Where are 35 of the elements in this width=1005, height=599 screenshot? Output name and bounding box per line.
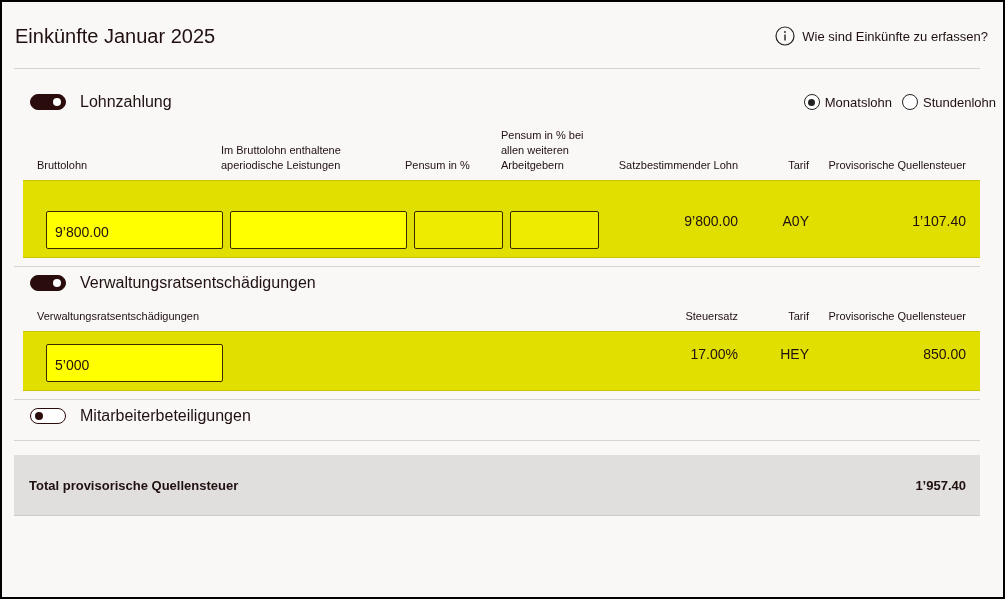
help-link[interactable]: Wie sind Einkünfte zu erfassen?	[775, 26, 988, 46]
section-title: Verwaltungsratsentschädigungen	[80, 274, 316, 292]
toggle-switch[interactable]	[30, 408, 66, 424]
column-header: Satzbestimmender Lohn	[617, 158, 738, 173]
info-icon	[775, 26, 796, 46]
column-header: Tarif	[787, 309, 809, 324]
section-title: Lohnzahlung	[80, 93, 172, 111]
value-text: 9’800.00	[683, 213, 738, 231]
column-header: Bruttolohn	[37, 158, 89, 173]
value-text: A0Y	[781, 213, 809, 231]
total-value: 1’957.40	[915, 477, 966, 493]
value-text: 17.00%	[689, 346, 738, 364]
toggle-switch[interactable]	[30, 94, 66, 110]
column-header: Steuersatz	[684, 309, 738, 324]
column-header: Pensum in % bei allen weiteren Arbeitgebern	[501, 128, 585, 173]
input-field[interactable]	[510, 211, 599, 249]
section-title: Mitarbeiterbeteiligungen	[80, 407, 251, 425]
column-header: Im Bruttolohn enthaltene aperiodische Leistungen	[221, 143, 342, 173]
value-text: 1’107.40	[911, 213, 966, 231]
value-text: HEY	[779, 346, 809, 364]
column-header: Provisorische Quellensteuer	[827, 158, 966, 173]
toggle-switch[interactable]	[30, 275, 66, 291]
column-header: Pensum in %	[405, 158, 471, 173]
page-title: Einkünfte Januar 2025	[14, 24, 216, 48]
input-field[interactable]: 5’000	[46, 344, 223, 382]
column-header: Tarif	[787, 158, 809, 173]
column-header: Provisorische Quellensteuer	[827, 309, 966, 324]
input-field[interactable]	[414, 211, 503, 249]
column-header: Verwaltungsratsentschädigungen	[37, 309, 201, 324]
value-text: 850.00	[922, 346, 966, 364]
radio-option[interactable]: Monatslohn	[803, 94, 892, 110]
total-label: Total provisorische Quellensteuer	[29, 477, 239, 493]
input-field[interactable]	[230, 211, 407, 249]
radio-option[interactable]: Stundenlohn	[902, 94, 996, 110]
input-field[interactable]: 9’800.00	[46, 211, 223, 249]
